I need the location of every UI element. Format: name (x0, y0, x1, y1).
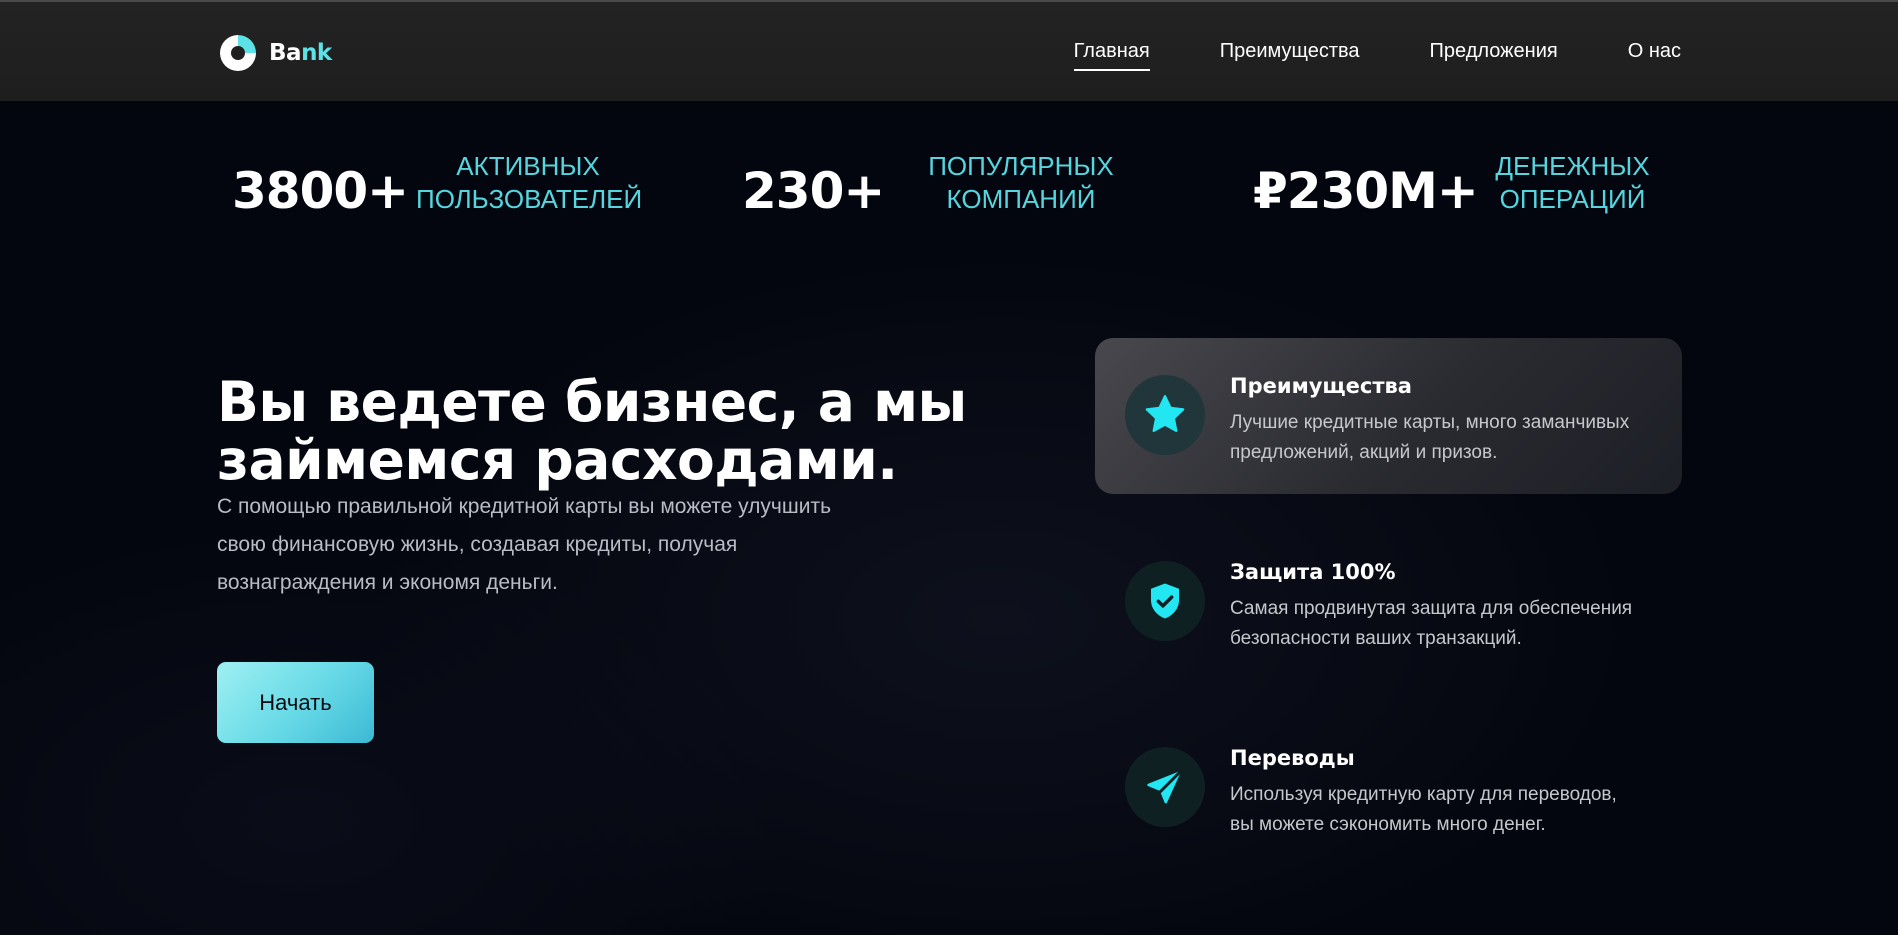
hero-title-line2: займемся расходами. (217, 427, 898, 492)
feature-desc-line1: Используя кредитную карту для переводов, (1230, 784, 1617, 805)
logo-text: Bank (269, 40, 332, 66)
stat-label-line1: ДЕНЕЖНЫХ (1495, 151, 1650, 181)
stat-label-line2: КОМПАНИЙ (946, 184, 1096, 214)
logo-text-part2: nk (301, 40, 332, 66)
feature-title: Преимущества (1230, 374, 1412, 398)
star-icon (1145, 395, 1185, 433)
shield-check-icon (1151, 583, 1179, 619)
landing-page: Bank Главная Преимущества Предложения О … (0, 0, 1898, 935)
feature-desc-line2: предложений, акций и призов. (1230, 442, 1498, 463)
site-header: Bank Главная Преимущества Предложения О … (0, 0, 1898, 101)
send-icon (1147, 769, 1183, 804)
main-nav: Главная Преимущества Предложения О нас (1073, 40, 1681, 71)
feature-icon-wrapper (1125, 747, 1205, 827)
feature-desc-line1: Лучшие кредитные карты, много заманчивых (1230, 412, 1630, 433)
stat-value: 3800+ (232, 162, 409, 220)
feature-title: Защита 100% (1230, 560, 1396, 584)
nav-item-offers[interactable]: Предложения (1430, 40, 1558, 63)
feature-description: Лучшие кредитные карты, много заманчивых… (1230, 408, 1670, 468)
feature-desc-line2: вы можете сэкономить много денег. (1230, 814, 1546, 835)
feature-desc-line2: безопасности ваших транзакций. (1230, 628, 1522, 649)
hero-title: Вы ведете бизнес, а мы займемся расходам… (217, 373, 1017, 489)
hero-title-line1: Вы ведете бизнес, а мы (217, 369, 967, 434)
stat-label-line1: ПОПУЛЯРНЫХ (928, 151, 1114, 181)
nav-item-about[interactable]: О нас (1628, 40, 1681, 63)
feature-card-advantages[interactable]: Преимущества Лучшие кредитные карты, мно… (1095, 338, 1682, 494)
stat-label: АКТИВНЫХ ПОЛЬЗОВАТЕЛЕЙ (416, 150, 643, 216)
hero-text-line1: С помощью правильной кредитной карты вы … (217, 495, 832, 518)
stat-label-line1: АКТИВНЫХ (456, 151, 600, 181)
logo[interactable]: Bank (217, 32, 332, 74)
feature-description: Самая продвинутая защита для обеспечения… (1230, 594, 1670, 654)
stat-value: 230+ (742, 162, 885, 220)
stat-label: ПОПУЛЯРНЫХ КОМПАНИЙ (921, 150, 1121, 216)
feature-card-security[interactable]: Защита 100% Самая продвинутая защита для… (1095, 524, 1682, 680)
bank-logo-icon (220, 35, 256, 71)
nav-item-advantages[interactable]: Преимущества (1220, 40, 1360, 63)
feature-desc-line1: Самая продвинутая защита для обеспечения (1230, 598, 1633, 619)
stat-label-line2: ОПЕРАЦИЙ (1499, 184, 1646, 214)
stat-label-line2: ПОЛЬЗОВАТЕЛЕЙ (416, 184, 643, 214)
hero-text-line3: вознаграждения и экономя деньги. (217, 571, 558, 594)
feature-title: Переводы (1230, 746, 1355, 770)
stats-row: 3800+ АКТИВНЫХ ПОЛЬЗОВАТЕЛЕЙ 230+ ПОПУЛЯ… (0, 150, 1898, 230)
hero-description: С помощью правильной кредитной карты вы … (217, 488, 917, 602)
nav-item-home[interactable]: Главная (1073, 40, 1150, 71)
stat-value: ₽230M+ (1253, 162, 1479, 220)
feature-icon-wrapper (1125, 561, 1205, 641)
logo-text-part1: Ba (269, 40, 302, 66)
hero-text-line2: свою финансовую жизнь, создавая кредиты,… (217, 533, 738, 556)
stat-label: ДЕНЕЖНЫХ ОПЕРАЦИЙ (1490, 150, 1655, 216)
feature-card-transfers[interactable]: Переводы Используя кредитную карту для п… (1095, 710, 1682, 866)
feature-icon-wrapper (1125, 375, 1205, 455)
start-button[interactable]: Начать (217, 662, 374, 743)
feature-description: Используя кредитную карту для переводов,… (1230, 780, 1670, 840)
